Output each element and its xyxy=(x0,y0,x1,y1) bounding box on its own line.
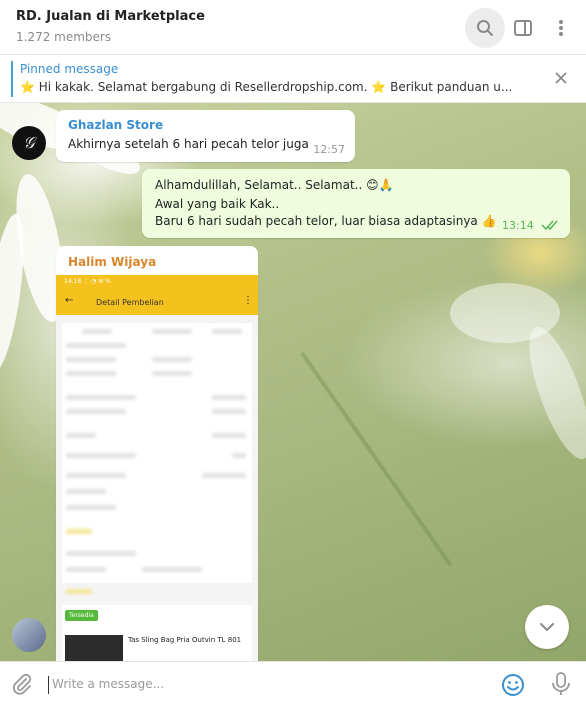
avatar[interactable]: 𝒢 xyxy=(12,126,46,160)
screenshot-product-card: Tersedia Tas Sling Bag Pria Outvin TL 80… xyxy=(62,605,252,666)
message-time: 12:57 xyxy=(313,143,345,156)
message-time: 13:14 xyxy=(502,219,534,232)
message-line: Alhamdulillah, Selamat.. Selamat.. 😊🙏 xyxy=(155,178,394,192)
message-bubble-incoming: Ghazlan Store Akhirnya setelah 6 hari pe… xyxy=(56,110,355,162)
close-pinned-button[interactable] xyxy=(550,67,572,89)
chat-header: RD. Jualan di Marketplace 1.272 members xyxy=(0,0,586,55)
sidebar-toggle-button[interactable] xyxy=(503,8,543,48)
message-screenshot-image[interactable]: 14.18 ⋮ ◔ ✉ % ← Detail Pembelian ⋮ Terse… xyxy=(56,275,258,666)
scroll-to-bottom-button[interactable] xyxy=(525,605,569,649)
pinned-accent-bar xyxy=(11,61,13,97)
message-sender[interactable]: Halim Wijaya xyxy=(68,255,156,269)
message-line: Baru 6 hari sudah pecah telor, luar bias… xyxy=(155,214,497,228)
search-icon xyxy=(477,20,493,36)
more-vertical-icon xyxy=(559,20,563,36)
pinned-text: ⭐ Hi kakak. Selamat bergabung di Reselle… xyxy=(20,80,513,94)
more-vertical-icon: ⋮ xyxy=(243,295,253,306)
message-composer xyxy=(0,661,586,706)
message-bubble-image: Halim Wijaya 14.18 ⋮ ◔ ✉ % ← Detail Pemb… xyxy=(56,246,258,666)
wallpaper-petal xyxy=(517,320,586,466)
emoji-button[interactable] xyxy=(500,672,526,698)
more-button[interactable] xyxy=(541,8,581,48)
message-input[interactable] xyxy=(52,670,472,698)
screenshot-title: Detail Pembelian xyxy=(96,298,164,307)
avatar[interactable] xyxy=(12,618,46,652)
sidebar-panel-icon xyxy=(514,20,532,36)
wallpaper-stem xyxy=(300,351,453,568)
chevron-down-icon xyxy=(540,623,554,632)
screenshot-product-name: Tas Sling Bag Pria Outvin TL 801 xyxy=(128,636,242,644)
microphone-button[interactable] xyxy=(550,671,572,697)
message-sender[interactable]: Ghazlan Store xyxy=(68,118,163,132)
close-icon xyxy=(555,72,567,84)
pinned-message-bar[interactable]: Pinned message ⭐ Hi kakak. Selamat berga… xyxy=(0,55,586,103)
screenshot-status-tag: Tersedia xyxy=(65,610,98,621)
chat-title[interactable]: RD. Jualan di Marketplace xyxy=(16,9,205,24)
message-text: Akhirnya setelah 6 hari pecah telor juga xyxy=(68,137,309,151)
search-button[interactable] xyxy=(465,8,505,48)
attach-button[interactable] xyxy=(10,672,34,696)
screenshot-status-bar: 14.18 ⋮ ◔ ✉ % xyxy=(64,278,111,285)
message-line: Awal yang baik Kak.. xyxy=(155,197,280,211)
read-ticks-icon xyxy=(541,220,558,231)
text-cursor xyxy=(48,676,49,694)
screenshot-blurred-details xyxy=(62,323,252,583)
message-bubble-outgoing: Alhamdulillah, Selamat.. Selamat.. 😊🙏 Aw… xyxy=(142,169,570,238)
back-arrow-icon: ← xyxy=(65,295,74,306)
member-count: 1.272 members xyxy=(16,30,112,44)
pinned-title: Pinned message xyxy=(20,62,119,76)
